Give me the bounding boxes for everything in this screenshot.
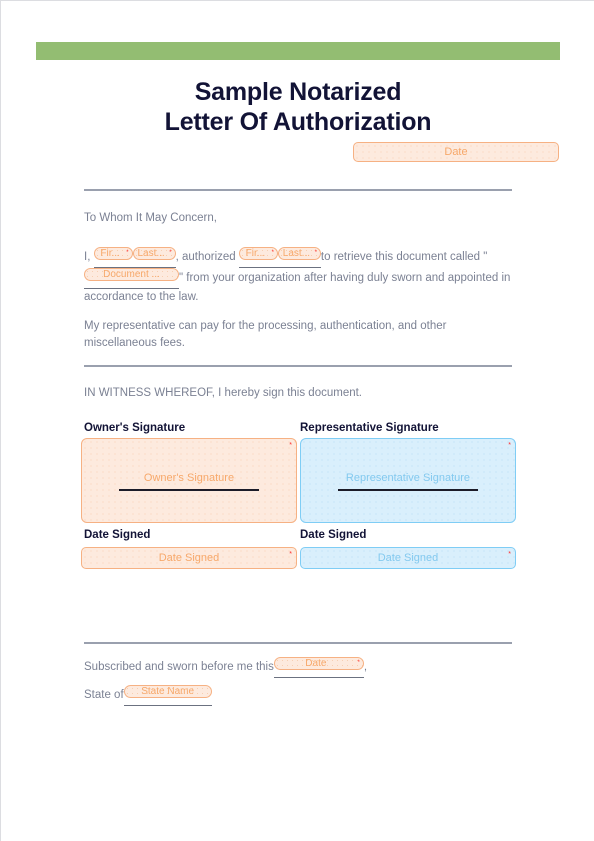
sworn-suffix-text: , bbox=[363, 661, 368, 673]
representative-signature-inner: Representative Signature bbox=[301, 471, 515, 491]
divider-middle bbox=[84, 365, 512, 367]
required-asterisk-icon: * bbox=[289, 551, 292, 558]
main-mid-text: , authorized bbox=[175, 251, 236, 263]
state-name-placeholder: State Name bbox=[141, 686, 195, 697]
witness-paragraph: IN WITNESS WHEREOF, I hereby sign this d… bbox=[84, 387, 362, 399]
owner-signature-line bbox=[119, 489, 259, 491]
rep-last-name-wrap[interactable]: Last... * bbox=[277, 247, 321, 268]
rep-first-name-wrap[interactable]: Fir... * bbox=[238, 247, 278, 268]
page-title-line-2: Letter Of Authorization bbox=[164, 108, 432, 136]
document-page: Sample Notarized Letter Of Authorization… bbox=[0, 0, 594, 841]
required-asterisk-icon: * bbox=[126, 250, 129, 256]
owner-last-name-value: Last... bbox=[137, 248, 165, 259]
owner-date-signed-placeholder: Date Signed bbox=[158, 552, 220, 564]
required-asterisk-icon: * bbox=[289, 442, 292, 449]
main-prefix-text: I, bbox=[84, 251, 91, 263]
rep-first-name-field[interactable]: Fir... * bbox=[238, 247, 278, 260]
representative-signature-line bbox=[338, 489, 478, 491]
state-name-wrap[interactable]: State Name bbox=[123, 685, 212, 706]
owner-first-name-wrap[interactable]: Fir... * bbox=[93, 247, 133, 268]
document-name-wrap[interactable]: Document ... bbox=[84, 268, 179, 289]
owner-signature-label: Owner's Signature bbox=[84, 422, 186, 434]
sworn-statement-row: Subscribed and sworn before me this Date *… bbox=[84, 657, 367, 678]
rep-first-name-value: Fir... bbox=[245, 248, 266, 259]
owner-first-name-value: Fir... bbox=[100, 248, 120, 259]
page-title: Sample Notarized Letter Of Authorization bbox=[1, 77, 594, 137]
state-prefix-text: State of bbox=[84, 689, 124, 701]
divider-top bbox=[84, 189, 512, 191]
representative-date-signed-field[interactable]: Date Signed * bbox=[300, 547, 516, 569]
owner-last-name-wrap[interactable]: Last... * bbox=[132, 247, 176, 268]
rep-last-name-field[interactable]: Last... * bbox=[277, 247, 321, 260]
representative-date-signed-placeholder: Date Signed bbox=[377, 552, 439, 564]
document-name-field[interactable]: Document ... bbox=[84, 268, 179, 281]
owner-last-name-field[interactable]: Last... * bbox=[132, 247, 176, 260]
page-title-line-1: Sample Notarized bbox=[194, 78, 402, 106]
owner-signature-inner: Owner's Signature bbox=[82, 471, 296, 491]
representative-date-signed-label: Date Signed bbox=[300, 529, 367, 541]
owner-date-signed-field[interactable]: Date Signed * bbox=[81, 547, 297, 569]
required-asterisk-icon: * bbox=[271, 250, 274, 256]
document-name-value: Document ... bbox=[103, 269, 160, 280]
main-after-names-text: to retrieve this document called " bbox=[320, 251, 488, 263]
required-asterisk-icon: * bbox=[508, 442, 511, 449]
owner-signature-field[interactable]: * Owner's Signature bbox=[81, 438, 297, 523]
representative-signature-placeholder: Representative Signature bbox=[345, 472, 471, 484]
representative-signature-label: Representative Signature bbox=[300, 422, 439, 434]
required-asterisk-icon: * bbox=[314, 250, 317, 256]
required-asterisk-icon: * bbox=[508, 551, 511, 558]
sworn-prefix-text: Subscribed and sworn before me this bbox=[84, 661, 274, 673]
header-date-field[interactable]: Date bbox=[353, 142, 559, 162]
notary-date-field[interactable]: Date * bbox=[273, 657, 364, 670]
salutation-text: To Whom It May Concern, bbox=[84, 212, 217, 224]
required-asterisk-icon: * bbox=[169, 250, 172, 256]
state-row: State of State Name bbox=[84, 685, 212, 706]
owner-signature-placeholder: Owner's Signature bbox=[143, 472, 235, 484]
green-header-bar bbox=[36, 42, 560, 60]
header-date-placeholder: Date bbox=[444, 146, 468, 158]
required-asterisk-icon: * bbox=[357, 660, 360, 666]
state-name-field[interactable]: State Name bbox=[123, 685, 212, 698]
notary-date-placeholder: Date bbox=[305, 658, 327, 669]
authorization-paragraph: I, Fir... * Last... *, authorized Fir... * La… bbox=[84, 247, 514, 306]
divider-bottom bbox=[84, 642, 512, 644]
owner-date-signed-label: Date Signed bbox=[84, 529, 151, 541]
representative-signature-field[interactable]: * Representative Signature bbox=[300, 438, 516, 523]
fees-paragraph: My representative can pay for the proces… bbox=[84, 320, 447, 349]
owner-first-name-field[interactable]: Fir... * bbox=[93, 247, 133, 260]
notary-date-wrap[interactable]: Date * bbox=[273, 657, 364, 678]
rep-last-name-value: Last... bbox=[282, 248, 311, 259]
